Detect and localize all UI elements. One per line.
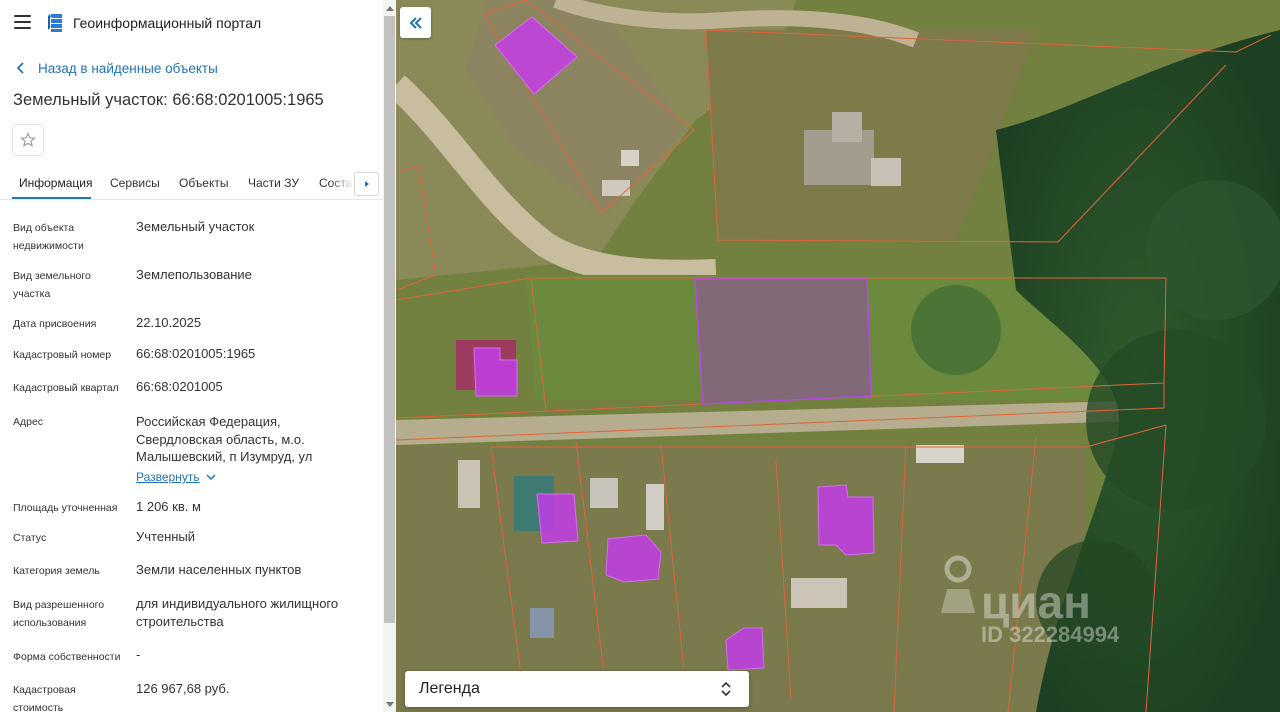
scroll-up-arrow[interactable] — [386, 6, 394, 11]
expand-label: Развернуть — [136, 470, 200, 484]
object-panel: Геоинформационный портал Назад в найденн… — [0, 0, 383, 712]
chevron-down-icon — [206, 474, 216, 481]
tab-objects[interactable]: Объекты — [179, 176, 229, 190]
watermark-brand: циан — [981, 576, 1091, 628]
info-value: Землепользование — [136, 267, 252, 282]
tab-bar: Информация Сервисы Объекты Части ЗУ Сост… — [0, 168, 383, 200]
info-value: Учтенный — [136, 529, 196, 544]
tab-services[interactable]: Сервисы — [110, 176, 160, 190]
info-value: 66:68:0201005:1965 — [136, 346, 256, 361]
address-value: Российская Федерация, Свердловская облас… — [136, 414, 313, 464]
info-label: Кадастровый номер — [13, 349, 112, 361]
app-title: Геоинформационный портал — [73, 15, 262, 31]
info-label: Кадастровый квартал — [13, 382, 119, 394]
satellite-imagery — [396, 0, 1280, 712]
legend-label: Легенда — [419, 680, 480, 697]
info-value: 66:68:0201005 — [136, 379, 223, 394]
collapse-panel-button[interactable] — [400, 7, 431, 38]
page-title: Земельный участок: 66:68:0201005:1965 — [13, 91, 324, 109]
favorite-button[interactable] — [12, 124, 44, 156]
info-label: Форма собственности — [13, 651, 121, 663]
info-label: Вид объекта недвижимости — [13, 222, 84, 252]
tab-land-parts[interactable]: Части ЗУ — [248, 176, 299, 190]
legend-dropdown[interactable]: Легенда — [405, 671, 749, 707]
info-value: 126 967,68 руб. — [136, 681, 230, 696]
info-label: Адрес — [13, 416, 44, 428]
back-link-label: Назад в найденные объекты — [38, 60, 218, 76]
info-value: для индивидуального жилищного строительс… — [136, 596, 339, 629]
info-value: Земельный участок — [136, 219, 255, 234]
location-pin-icon — [941, 555, 975, 613]
back-to-results-link[interactable]: Назад в найденные объекты — [16, 59, 218, 77]
map-view[interactable]: циан ID 322284994 Легенда — [396, 0, 1280, 712]
info-value: - — [136, 647, 141, 662]
info-label: Статус — [13, 532, 47, 544]
star-icon — [20, 132, 36, 147]
address-expand-row: Развернуть — [136, 468, 368, 487]
app-header: Геоинформационный портал — [0, 0, 383, 46]
active-tab-indicator — [12, 197, 91, 199]
info-label: Дата присвоения — [13, 318, 97, 330]
menu-icon[interactable] — [14, 15, 31, 29]
portal-logo-icon — [48, 14, 62, 32]
watermark-id: ID 322284994 — [981, 622, 1120, 647]
info-value: Земли населенных пунктов — [136, 562, 302, 577]
scroll-thumb[interactable] — [384, 16, 395, 623]
chevron-left-icon — [16, 62, 24, 74]
scroll-down-arrow[interactable] — [386, 702, 394, 707]
sort-arrows-icon — [721, 681, 731, 697]
info-label: Кадастровая стоимость — [13, 684, 76, 712]
panel-scrollbar[interactable] — [383, 0, 396, 712]
info-label: Площадь уточненная — [13, 502, 118, 514]
info-value: 22.10.2025 — [136, 315, 202, 330]
tabs-scroll-right-button[interactable] — [354, 172, 379, 196]
address-expand-link[interactable]: Развернуть — [136, 469, 216, 487]
info-label: Вид разрешенного использования — [13, 599, 105, 629]
tabs-fade — [330, 168, 354, 198]
tab-information[interactable]: Информация — [19, 176, 92, 190]
info-value: 1 206 кв. м — [136, 499, 201, 514]
info-label: Вид земельного участка — [13, 270, 91, 300]
double-chevron-left-icon — [409, 16, 422, 29]
info-label: Категория земель — [13, 565, 100, 577]
chevron-right-icon — [364, 181, 369, 187]
